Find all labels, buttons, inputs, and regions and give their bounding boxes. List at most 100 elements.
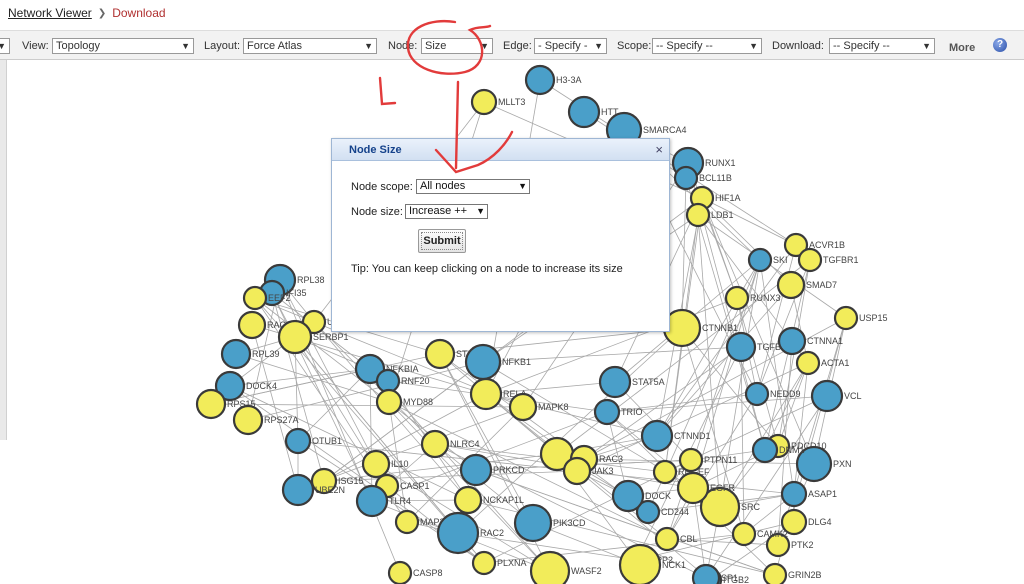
node-label: PXN [833,459,852,469]
network-node-grin2b[interactable]: GRIN2B [762,562,822,584]
node-circle [220,338,252,370]
network-node-mapk8[interactable]: MAPK8 [508,392,569,422]
node-circle [611,479,645,513]
help-icon[interactable]: ? [993,38,1007,52]
breadcrumb-network-viewer[interactable]: Network Viewer [8,6,92,20]
node-select[interactable]: Size ▼ [421,38,493,54]
node-label: RUNX3 [750,293,781,303]
network-node-sp1[interactable]: SP1 [691,563,738,584]
network-node-rac2[interactable]: RAC2 [436,511,504,555]
node-circle [529,550,571,584]
submit-button[interactable]: Submit [418,229,466,253]
dialog-title: Node Size [349,144,402,156]
dialog-header[interactable]: Node Size × [332,139,669,161]
node-label: CTNND1 [674,431,711,441]
network-node-vcl[interactable]: VCL [810,379,862,413]
node-label: BCL11B [699,173,732,183]
node-circle [731,521,757,547]
network-node-asap1[interactable]: ASAP1 [780,480,837,508]
node-label: RUNX1 [705,158,736,168]
network-node-src[interactable]: SRC [699,486,761,528]
node-circle [470,88,498,116]
node-circle [469,377,503,411]
layout-select[interactable]: Force Atlas ▼ [243,38,377,54]
chevron-down-icon: ▼ [518,181,527,191]
node-label: MLLT3 [498,97,525,107]
download-select[interactable]: -- Specify -- ▼ [829,38,935,54]
node-scope-value: All nodes [420,180,466,192]
network-node-nlrc4[interactable]: NLRC4 [420,429,480,459]
node-circle [747,247,773,273]
node-circle [459,453,493,487]
network-node-ctnna1[interactable]: CTNNA1 [777,326,843,356]
node-circle [751,436,779,464]
network-node-nckap1l[interactable]: NCKAP1L [453,485,524,515]
network-node-wasf2[interactable]: WASF2 [529,550,602,584]
node-select-value: Size [425,40,447,52]
network-node-dlg4[interactable]: DLG4 [780,508,832,536]
node-size-select[interactable]: Increase ++ ▼ [405,204,488,219]
node-circle [471,550,497,576]
edge-select[interactable]: - Specify - ▼ [534,38,607,54]
node-label: NEDD9 [770,389,801,399]
node-label: ASAP1 [808,489,837,499]
network-node-stat5a[interactable]: STAT5A [598,365,665,399]
network-node-casp8[interactable]: CASP8 [387,560,443,584]
node-label: RNF20 [401,376,430,386]
node-label: VCL [844,391,862,401]
node-label: DOCK [645,491,671,501]
view-select[interactable]: Topology ▼ [52,38,194,54]
network-node-trio[interactable]: TRIO [593,398,643,426]
breadcrumb-download[interactable]: Download [112,6,165,20]
node-circle [777,326,807,356]
edge-label: Edge: [503,40,532,52]
node-label: H3-3A [556,75,582,85]
node-circle [640,419,674,453]
network-node-usp15[interactable]: USP15 [833,305,888,331]
network-node-pik3cd[interactable]: PIK3CD [513,503,586,543]
network-node-pxn[interactable]: PXN [795,445,852,483]
network-node-tgfbr1[interactable]: TGFBR1 [797,247,859,273]
network-node-nedd9[interactable]: NEDD9 [744,381,801,407]
network-node-cd244[interactable]: CD244 [635,499,689,525]
node-label: WASF2 [571,566,602,576]
network-node-otub1[interactable]: OTUB1 [284,427,342,455]
node-label: TRIO [621,407,643,417]
network-node-ski[interactable]: SKI [747,247,788,273]
network-node-ctnnd1[interactable]: CTNND1 [640,419,711,453]
network-node-myd88[interactable]: MYD88 [375,388,433,416]
node-label: NFKB1 [502,357,531,367]
node-circle [833,305,859,331]
node-circle [355,484,389,518]
node-circle [232,404,264,436]
node-circle [776,270,806,300]
network-node-acta1[interactable]: ACTA1 [795,350,849,376]
layout-select-value: Force Atlas [247,40,303,52]
download-select-value: -- Specify -- [833,40,890,52]
node-circle [513,503,553,543]
node-label: RPL39 [252,349,280,359]
network-node-mllt3[interactable]: MLLT3 [470,88,525,116]
node-circle [780,480,808,508]
node-label: MAPK8 [538,402,569,412]
node-label: PIK3CD [553,518,586,528]
partial-select[interactable]: ▼ [0,38,10,54]
scope-select[interactable]: -- Specify -- ▼ [652,38,762,54]
node-label: RPS27A [264,415,299,425]
node-scope-select[interactable]: All nodes ▼ [416,179,530,194]
node-label: CAMK2 [757,529,788,539]
node-circle [724,285,750,311]
node-circle [652,459,678,485]
node-circle [242,285,268,311]
node-circle [524,64,556,96]
close-icon[interactable]: × [655,142,663,157]
node-label: Node: [388,40,418,52]
node-circle [464,343,502,381]
more-link[interactable]: More [949,42,975,54]
network-node-h3-3a[interactable]: H3-3A [524,64,582,96]
network-edge [681,177,687,329]
node-label: JAK3 [592,466,614,476]
node-circle [678,447,704,473]
node-label: CBL [680,534,698,544]
node-label: UBE2N [315,485,345,495]
